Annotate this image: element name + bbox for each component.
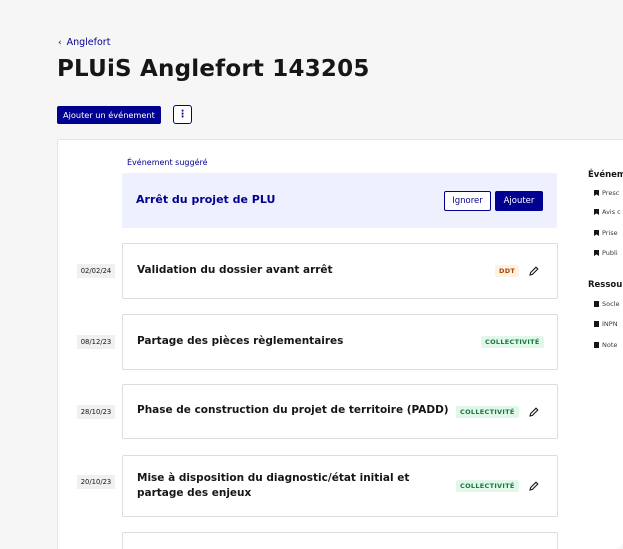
event-date: 02/02/24 bbox=[77, 264, 115, 278]
more-vertical-icon: ⋮ bbox=[177, 109, 188, 120]
document-icon bbox=[594, 342, 599, 348]
sidebar-event-label: Avis c bbox=[602, 208, 621, 216]
sidebar-event-item[interactable]: Prise bbox=[594, 229, 618, 237]
sidebar-resources-title: Ressou bbox=[588, 280, 623, 290]
event-date: 08/12/23 bbox=[77, 335, 115, 349]
status-badge: COLLECTIVITÉ bbox=[481, 336, 544, 348]
sidebar-resource-label: Note bbox=[602, 341, 618, 349]
event-card[interactable]: Phase de construction du projet de terri… bbox=[122, 384, 558, 439]
app-frame: ‹ Anglefort PLUiS Anglefort 143205 Ajout… bbox=[0, 0, 623, 549]
sidebar-event-label: Prise bbox=[602, 229, 618, 237]
sidebar-event-item[interactable]: Publi bbox=[594, 249, 618, 257]
sidebar-resource-item[interactable]: INPN bbox=[594, 320, 618, 328]
event-card[interactable]: Partage des pièces règlementaires COLLEC… bbox=[122, 314, 558, 370]
bookmark-icon bbox=[594, 230, 599, 236]
event-card[interactable]: Validation du dossier avant arrêt DDT bbox=[122, 243, 558, 299]
bookmark-icon bbox=[594, 209, 599, 215]
ignore-button[interactable]: Ignorer bbox=[444, 191, 491, 211]
suggested-event-label: Événement suggéré bbox=[127, 158, 208, 167]
breadcrumb-label: Anglefort bbox=[66, 37, 111, 48]
add-suggested-button[interactable]: Ajouter bbox=[495, 191, 543, 211]
bookmark-icon bbox=[594, 250, 599, 256]
event-name-line: partage des enjeux bbox=[137, 487, 252, 499]
add-event-button[interactable]: Ajouter un événement bbox=[57, 106, 161, 124]
event-name: Validation du dossier avant arrêt bbox=[137, 264, 333, 276]
more-options-button[interactable]: ⋮ bbox=[173, 105, 192, 124]
status-badge: COLLECTIVITÉ bbox=[456, 406, 519, 418]
sidebar-event-label: Presc bbox=[602, 189, 620, 197]
event-date: 28/10/23 bbox=[77, 405, 115, 419]
chevron-left-icon: ‹ bbox=[58, 37, 62, 48]
sidebar-resource-label: Socle bbox=[602, 300, 620, 308]
pencil-icon[interactable] bbox=[528, 406, 540, 418]
bookmark-icon bbox=[594, 190, 599, 196]
sidebar-resource-item[interactable]: Note bbox=[594, 341, 617, 349]
event-name: Phase de construction du projet de terri… bbox=[137, 404, 449, 416]
event-name: Mise à disposition du diagnostic/état in… bbox=[137, 471, 409, 501]
breadcrumb[interactable]: ‹ Anglefort bbox=[58, 37, 110, 48]
event-name: Partage des pièces règlementaires bbox=[137, 335, 344, 347]
sidebar-event-item[interactable]: Avis c bbox=[594, 208, 621, 216]
document-icon bbox=[594, 301, 599, 307]
page-title: PLUiS Anglefort 143205 bbox=[57, 56, 370, 82]
sidebar-events-title: Événem bbox=[588, 170, 623, 180]
sidebar-event-item[interactable]: Presc bbox=[594, 189, 619, 197]
pencil-icon[interactable] bbox=[528, 480, 540, 492]
suggested-event-card: Arrêt du projet de PLU Ignorer Ajouter bbox=[122, 173, 557, 228]
event-name-line: Mise à disposition du diagnostic/état in… bbox=[137, 472, 410, 484]
sidebar-event-label: Publi bbox=[602, 249, 618, 257]
event-date: 20/10/23 bbox=[77, 475, 115, 489]
status-badge: DDT bbox=[495, 265, 520, 277]
event-card[interactable]: Mise à disposition du diagnostic/état in… bbox=[122, 455, 558, 517]
event-card[interactable] bbox=[122, 532, 558, 549]
suggested-event-name: Arrêt du projet de PLU bbox=[136, 193, 276, 206]
sidebar-resource-label: INPN bbox=[602, 320, 618, 328]
status-badge: COLLECTIVITÉ bbox=[456, 480, 519, 492]
document-icon bbox=[594, 321, 599, 327]
pencil-icon[interactable] bbox=[528, 265, 540, 277]
sidebar-resource-item[interactable]: Socle bbox=[594, 300, 619, 308]
